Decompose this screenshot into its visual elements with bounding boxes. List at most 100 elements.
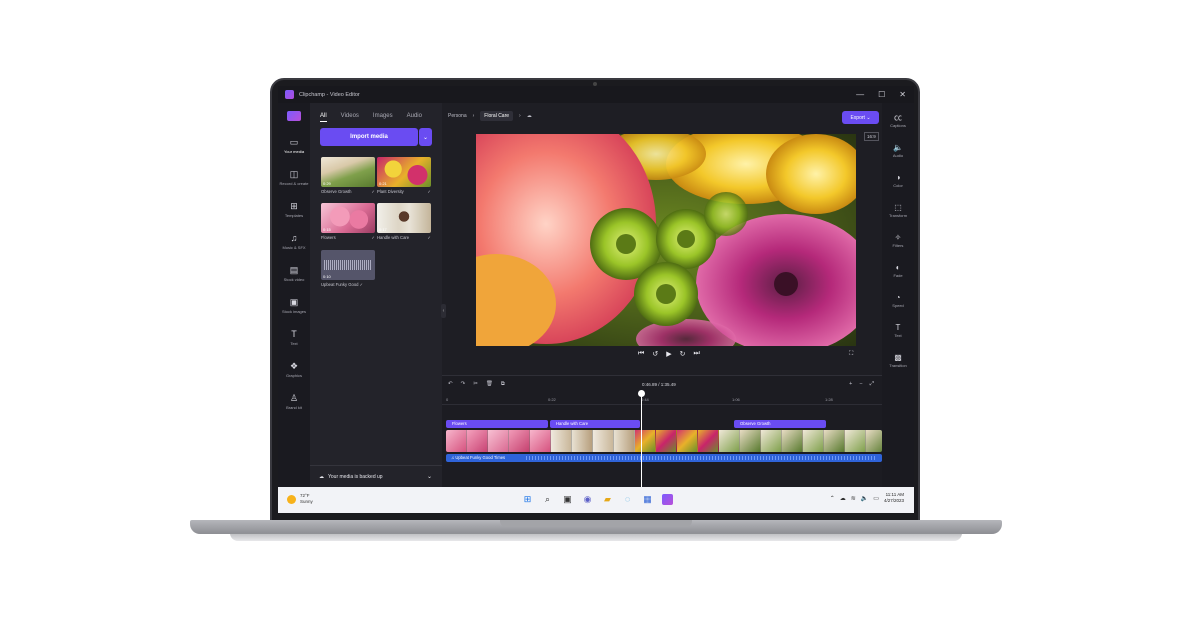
media-thumb-handle-with-care[interactable]: 0:17 bbox=[377, 203, 431, 233]
rail-item-stock-images[interactable]: ▣ Stock images bbox=[278, 297, 310, 314]
search-icon[interactable]: ⌕ bbox=[542, 494, 553, 505]
media-thumb-audio[interactable]: 0:10 bbox=[321, 250, 375, 280]
collapse-panel-handle[interactable]: ‹ bbox=[441, 304, 446, 318]
skip-forward-icon[interactable]: ⏭ bbox=[693, 350, 699, 358]
weather-widget[interactable]: 72°F Sunny bbox=[287, 493, 313, 505]
rr-item-color[interactable]: ◑ Color bbox=[882, 173, 914, 188]
rr-item-transition[interactable]: ▩ Transition bbox=[882, 353, 914, 368]
media-thumb-plant-diversity[interactable]: 0:21 bbox=[377, 157, 431, 187]
rewind-5-icon[interactable]: ↺ bbox=[652, 350, 658, 358]
check-icon: ✓ bbox=[427, 235, 431, 240]
volume-icon[interactable]: 🔈 bbox=[861, 495, 868, 502]
rr-item-text[interactable]: T Text bbox=[882, 323, 914, 338]
rr-item-captions[interactable]: ㏄ Captions bbox=[882, 113, 914, 128]
battery-icon[interactable]: ▭ bbox=[873, 495, 879, 502]
file-explorer-icon[interactable]: ▰ bbox=[602, 494, 613, 505]
minimize-button[interactable]: — bbox=[856, 90, 864, 99]
rr-item-transform[interactable]: ⬚ Transform bbox=[882, 203, 914, 218]
clip-flowers[interactable]: Flowers bbox=[446, 420, 548, 428]
store-icon[interactable]: ▦ bbox=[642, 494, 653, 505]
timeline-toolbar: ↶ ↷ ✂ 🗑 ⧉ bbox=[448, 381, 505, 388]
color-icon: ◑ bbox=[895, 173, 901, 182]
sun-icon bbox=[287, 494, 296, 504]
export-button[interactable]: Export ⌄ bbox=[842, 111, 879, 124]
audio-track[interactable]: ♫ Upbeat Funky Good Times bbox=[446, 454, 882, 462]
breadcrumb-parent[interactable]: Persona bbox=[448, 113, 467, 119]
zoom-out-icon[interactable]: − bbox=[859, 381, 862, 388]
clock[interactable]: 11:11 AM 4/27/2023 bbox=[884, 492, 904, 504]
music-icon: ♫ bbox=[290, 233, 298, 243]
project-title[interactable]: Floral Care bbox=[480, 111, 514, 121]
rr-label: Text bbox=[894, 333, 902, 338]
windows-start-icon[interactable]: ⊞ bbox=[522, 494, 533, 505]
laptop-shadow bbox=[230, 533, 962, 541]
rail-item-music-sfx[interactable]: ♫ Music & SFX bbox=[278, 233, 310, 250]
import-media-button[interactable]: Import media bbox=[320, 128, 418, 146]
clip-observe-growth[interactable]: Observe Growth bbox=[734, 420, 826, 428]
rr-item-audio[interactable]: 🔈 Audio bbox=[882, 143, 914, 158]
chevron-up-icon[interactable]: ⌃ bbox=[830, 495, 835, 502]
import-dropdown-button[interactable]: ⌄ bbox=[419, 128, 432, 146]
rr-item-filters[interactable]: ✧ Filters bbox=[882, 233, 914, 248]
zoom-in-icon[interactable]: + bbox=[849, 381, 852, 388]
rail-label: Your media bbox=[283, 149, 305, 154]
clipchamp-taskbar-icon[interactable] bbox=[662, 494, 673, 505]
rr-item-speed[interactable]: ◔ Speed bbox=[882, 293, 914, 308]
playhead-handle[interactable] bbox=[638, 390, 645, 397]
tab-images[interactable]: Images bbox=[373, 113, 393, 122]
backup-status-bar[interactable]: ☁ Your media is backed up ⌄ bbox=[310, 465, 442, 487]
duplicate-icon[interactable]: ⧉ bbox=[501, 381, 505, 388]
close-button[interactable]: ✕ bbox=[899, 90, 906, 99]
timecode: 0:46.89 / 1:35.49 bbox=[642, 382, 676, 387]
edge-icon[interactable]: ◌ bbox=[622, 494, 633, 505]
ruler-tick: 0 bbox=[446, 397, 449, 402]
undo-icon[interactable]: ↶ bbox=[448, 381, 453, 388]
rail-item-your-media[interactable]: ▭ Your media bbox=[278, 137, 310, 154]
rail-item-brand-kit[interactable]: ♙ Brand kit bbox=[278, 393, 310, 410]
speaker-icon: 🔈 bbox=[893, 143, 903, 152]
video-track[interactable] bbox=[446, 430, 882, 452]
split-icon[interactable]: ✂ bbox=[473, 381, 478, 388]
film-icon: ▤ bbox=[289, 265, 299, 275]
video-preview[interactable] bbox=[476, 134, 856, 346]
wifi-icon[interactable]: ≋ bbox=[851, 495, 856, 502]
rail-label: Stock video bbox=[283, 277, 305, 282]
onedrive-icon[interactable]: ☁ bbox=[840, 495, 846, 502]
aspect-ratio-button[interactable]: 16:9 bbox=[864, 132, 879, 141]
tab-all[interactable]: All bbox=[320, 113, 327, 122]
delete-icon[interactable]: 🗑 bbox=[486, 381, 493, 388]
media-thumb-observe-growth[interactable]: 0:29 bbox=[321, 157, 375, 187]
tab-audio[interactable]: Audio bbox=[407, 113, 422, 122]
window-title: Clipchamp - Video Editor bbox=[299, 91, 360, 98]
play-icon[interactable]: ▶ bbox=[666, 350, 671, 358]
media-item-name: Upbeat Funky Good ✓ bbox=[321, 282, 364, 287]
rr-item-fade[interactable]: ◐ Fade bbox=[882, 263, 914, 278]
skip-back-icon[interactable]: ⏮ bbox=[638, 350, 644, 358]
timeline: ↶ ↷ ✂ 🗑 ⧉ 0:46.89 / 1:35.49 + − ⤢ 0 0:22… bbox=[442, 375, 882, 487]
fullscreen-icon[interactable]: ⛶ bbox=[849, 351, 853, 358]
app-brand-icon bbox=[287, 111, 301, 121]
chat-icon[interactable]: ◉ bbox=[582, 494, 593, 505]
redo-icon[interactable]: ↷ bbox=[461, 381, 466, 388]
laptop-screen: Clipchamp - Video Editor — ☐ ✕ ▭ Your me… bbox=[278, 86, 914, 513]
thumb-duration: 0:15 bbox=[323, 227, 331, 232]
fit-icon[interactable]: ⤢ bbox=[870, 381, 874, 388]
tab-videos[interactable]: Videos bbox=[341, 113, 359, 122]
media-thumb-flowers[interactable]: 0:15 bbox=[321, 203, 375, 233]
rail-item-text[interactable]: T Text bbox=[278, 329, 310, 346]
clip-handle-with-care[interactable]: Handle with Care bbox=[550, 420, 640, 428]
maximize-button[interactable]: ☐ bbox=[878, 90, 885, 99]
rail-item-record-create[interactable]: ◫ Record & create bbox=[278, 169, 310, 186]
playhead[interactable] bbox=[641, 391, 642, 487]
system-tray: ⌃ ☁ ≋ 🔈 ▭ 11:11 AM 4/27/2023 bbox=[830, 492, 904, 504]
text-icon: T bbox=[291, 329, 297, 339]
rail-item-templates[interactable]: ⊞ Templates bbox=[278, 201, 310, 218]
task-view-icon[interactable]: ▣ bbox=[562, 494, 573, 505]
timeline-ruler[interactable]: 0 0:22 0:44 1:06 1:28 bbox=[442, 395, 882, 405]
forward-5-icon[interactable]: ↻ bbox=[680, 350, 686, 358]
captions-icon: ㏄ bbox=[894, 113, 902, 122]
thumb-duration: 0:21 bbox=[379, 181, 387, 186]
rail-item-graphics[interactable]: ❖ Graphics bbox=[278, 361, 310, 378]
rail-item-stock-video[interactable]: ▤ Stock video bbox=[278, 265, 310, 282]
rail-label: Text bbox=[290, 341, 298, 346]
